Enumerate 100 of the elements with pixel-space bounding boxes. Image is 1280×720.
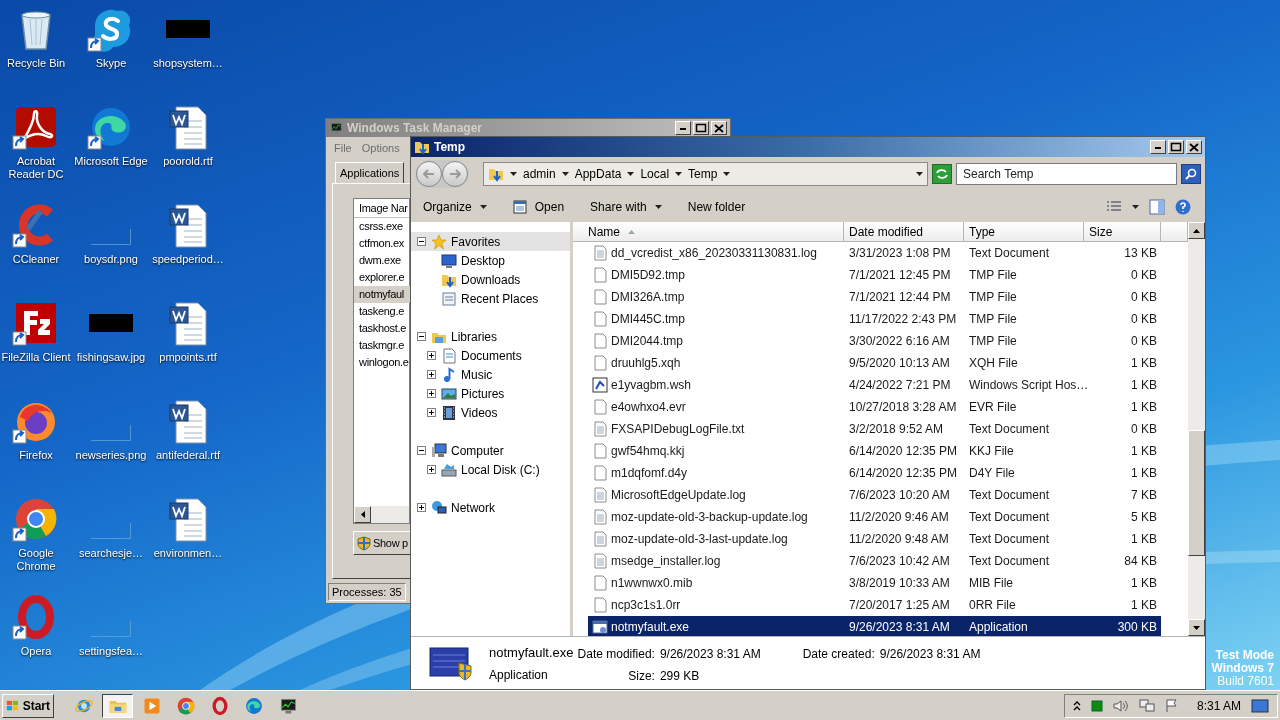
maximize-button[interactable]: [1168, 140, 1184, 154]
expand-toggle[interactable]: [417, 446, 426, 455]
file-row[interactable]: DMI2044.tmp 3/30/2022 6:16 AM TMP File 0 KB: [588, 330, 1161, 352]
expand-toggle[interactable]: [427, 351, 436, 360]
vertical-scrollbar[interactable]: [1188, 222, 1205, 636]
process-row[interactable]: ctfmon.ex: [354, 235, 410, 252]
toolbar-button[interactable]: Open: [508, 195, 569, 218]
expand-toggle[interactable]: [417, 237, 426, 246]
refresh-button[interactable]: [932, 164, 952, 184]
file-row[interactable]: e1yvagbm.wsh 4/24/2022 7:21 PM Windows Script Hos… 1 KB: [588, 374, 1161, 396]
column-header[interactable]: Name: [573, 222, 844, 242]
address-bar[interactable]: admin AppData Local Temp: [483, 162, 929, 186]
forward-button[interactable]: [442, 161, 468, 187]
column-header[interactable]: Image Nar: [354, 199, 409, 218]
nav-item[interactable]: Libraries: [411, 327, 570, 346]
close-button[interactable]: [711, 121, 727, 135]
search-field[interactable]: Search Temp: [956, 163, 1178, 185]
nav-item[interactable]: Recent Places: [411, 289, 570, 308]
file-row[interactable]: gwf54hmq.kkj 6/14/2020 12:35 PM KKJ File 1 KB: [588, 440, 1161, 462]
scroll-left-button[interactable]: [354, 506, 371, 523]
maximize-button[interactable]: [693, 121, 709, 135]
nav-item[interactable]: Desktop: [411, 251, 570, 270]
minimize-button[interactable]: [675, 121, 691, 135]
expand-toggle[interactable]: [417, 503, 426, 512]
menu-item[interactable]: Options: [361, 139, 400, 157]
breadcrumb-item[interactable]: Local: [640, 165, 670, 183]
process-row[interactable]: explorer.e: [354, 269, 410, 286]
desktop-icon[interactable]: pmpoints.rtf: [150, 299, 226, 397]
file-row[interactable]: n1wwnwx0.mib 3/8/2019 10:33 AM MIB File 1 KB: [588, 572, 1161, 594]
desktop-icon[interactable]: poorold.rtf: [150, 103, 226, 201]
desktop-icon[interactable]: environmen…: [150, 495, 226, 593]
column-header[interactable]: Type: [964, 222, 1084, 242]
file-row[interactable]: dd_vcredist_x86_20230331130831.log 3/31/2023 1:08 PM Text Document 13 KB: [588, 242, 1161, 264]
file-row[interactable]: FXSAPIDebugLogFile.txt 3/2/2018 9:52 AM Text Document 0 KB: [588, 418, 1161, 440]
file-row[interactable]: e4owhxo4.evr 10/27/2018 3:28 AM EVR File 1 KB: [588, 396, 1161, 418]
desktop-icon[interactable]: boysdr.png: [73, 201, 149, 299]
process-row[interactable]: dwm.exe: [354, 252, 410, 269]
tray-app-icon[interactable]: [1090, 699, 1103, 712]
breadcrumb-item[interactable]: Temp: [688, 165, 718, 183]
desktop-icon[interactable]: speedperiod…: [150, 201, 226, 299]
tab[interactable]: Applications: [335, 162, 405, 183]
file-row[interactable]: notmyfault.exe 9/26/2023 8:31 AM Application 300 KB: [588, 616, 1161, 636]
desktop-icon[interactable]: Firefox: [0, 397, 72, 495]
search-button[interactable]: [1181, 164, 1201, 184]
toolbar-button[interactable]: Share with: [586, 195, 666, 218]
file-row[interactable]: moz-update-old-3-last-update.log 11/2/2020 9:48 AM Text Document 1 KB: [588, 528, 1161, 550]
search-input[interactable]: Search Temp: [963, 165, 1171, 183]
preview-pane-icon[interactable]: [1149, 198, 1165, 215]
column-header[interactable]: Date modified: [844, 222, 964, 242]
back-button[interactable]: [416, 161, 442, 187]
desktop-icon[interactable]: fishingsaw.jpg: [73, 299, 149, 397]
file-row[interactable]: DMI445C.tmp 11/17/2022 2:43 PM TMP File 0 KB: [588, 308, 1161, 330]
nav-item[interactable]: Pictures: [411, 384, 570, 403]
expand-toggle[interactable]: [427, 389, 436, 398]
expand-toggle[interactable]: [427, 408, 436, 417]
scroll-thumb[interactable]: [1188, 430, 1205, 556]
start-button[interactable]: Start: [2, 693, 54, 718]
nav-item[interactable]: Favorites: [411, 232, 570, 251]
desktop-icon[interactable]: Opera: [0, 593, 72, 690]
nav-item[interactable]: Local Disk (C:): [411, 460, 570, 479]
desktop-icon[interactable]: Google Chrome: [0, 495, 72, 593]
flag-icon[interactable]: [1164, 698, 1179, 713]
expand-toggle[interactable]: [427, 465, 436, 474]
file-row[interactable]: DMI5D92.tmp 7/1/2021 12:45 PM TMP File 0 KB: [588, 264, 1161, 286]
file-row[interactable]: DMI326A.tmp 7/1/2021 12:44 PM TMP File 0 KB: [588, 286, 1161, 308]
column-header[interactable]: Size: [1084, 222, 1161, 242]
minimize-button[interactable]: [1150, 140, 1166, 154]
file-row[interactable]: druuhlg5.xqh 9/5/2020 10:13 AM XQH File 1 KB: [588, 352, 1161, 374]
process-row[interactable]: taskeng.e: [354, 303, 410, 320]
file-row[interactable]: msedge_installer.log 7/6/2023 10:42 AM Text Document 84 KB: [588, 550, 1161, 572]
nav-item[interactable]: Music: [411, 365, 570, 384]
desktop-icon[interactable]: shopsystem…: [150, 5, 226, 103]
process-row[interactable]: winlogon.e: [354, 354, 410, 371]
expand-toggle[interactable]: [417, 332, 426, 341]
expand-toggle[interactable]: [427, 370, 436, 379]
breadcrumb-item[interactable]: admin: [523, 165, 556, 183]
file-row[interactable]: m1dqfomf.d4y 6/14/2020 12:35 PM D4Y File 1 KB: [588, 462, 1161, 484]
desktop-icon[interactable]: searchesje…: [73, 495, 149, 593]
volume-icon[interactable]: [1112, 698, 1129, 713]
file-row[interactable]: moz-update-old-3-backup-update.log 11/2/2020 9:46 AM Text Document 5 KB: [588, 506, 1161, 528]
process-row[interactable]: taskhost.e: [354, 320, 410, 337]
nav-item[interactable]: Videos: [411, 403, 570, 422]
desktop-icon[interactable]: FileZilla Client: [0, 299, 72, 397]
desktop-icon[interactable]: Microsoft Edge: [73, 103, 149, 201]
close-button[interactable]: [1186, 140, 1202, 154]
toolbar-button[interactable]: New folder: [683, 195, 750, 218]
nav-item[interactable]: Computer: [411, 441, 570, 460]
show-processes-button[interactable]: Show p: [353, 531, 410, 555]
desktop-icon[interactable]: Recycle Bin: [0, 5, 72, 103]
toolbar-button[interactable]: Organize: [419, 195, 491, 218]
desktop-icon[interactable]: newseries.png: [73, 397, 149, 495]
view-list-icon[interactable]: [1106, 199, 1122, 214]
taskbar-button[interactable]: [102, 693, 133, 718]
horizontal-scrollbar[interactable]: [354, 506, 409, 523]
breadcrumb-item[interactable]: AppData: [574, 165, 622, 183]
nav-item[interactable]: Downloads: [411, 270, 570, 289]
process-row[interactable]: taskmgr.e: [354, 337, 410, 354]
file-row[interactable]: ncp3c1s1.0rr 7/20/2017 1:25 AM 0RR File 1 KB: [588, 594, 1161, 616]
desktop-icon[interactable]: antifederal.rtf: [150, 397, 226, 495]
nav-item[interactable]: Network: [411, 498, 570, 517]
